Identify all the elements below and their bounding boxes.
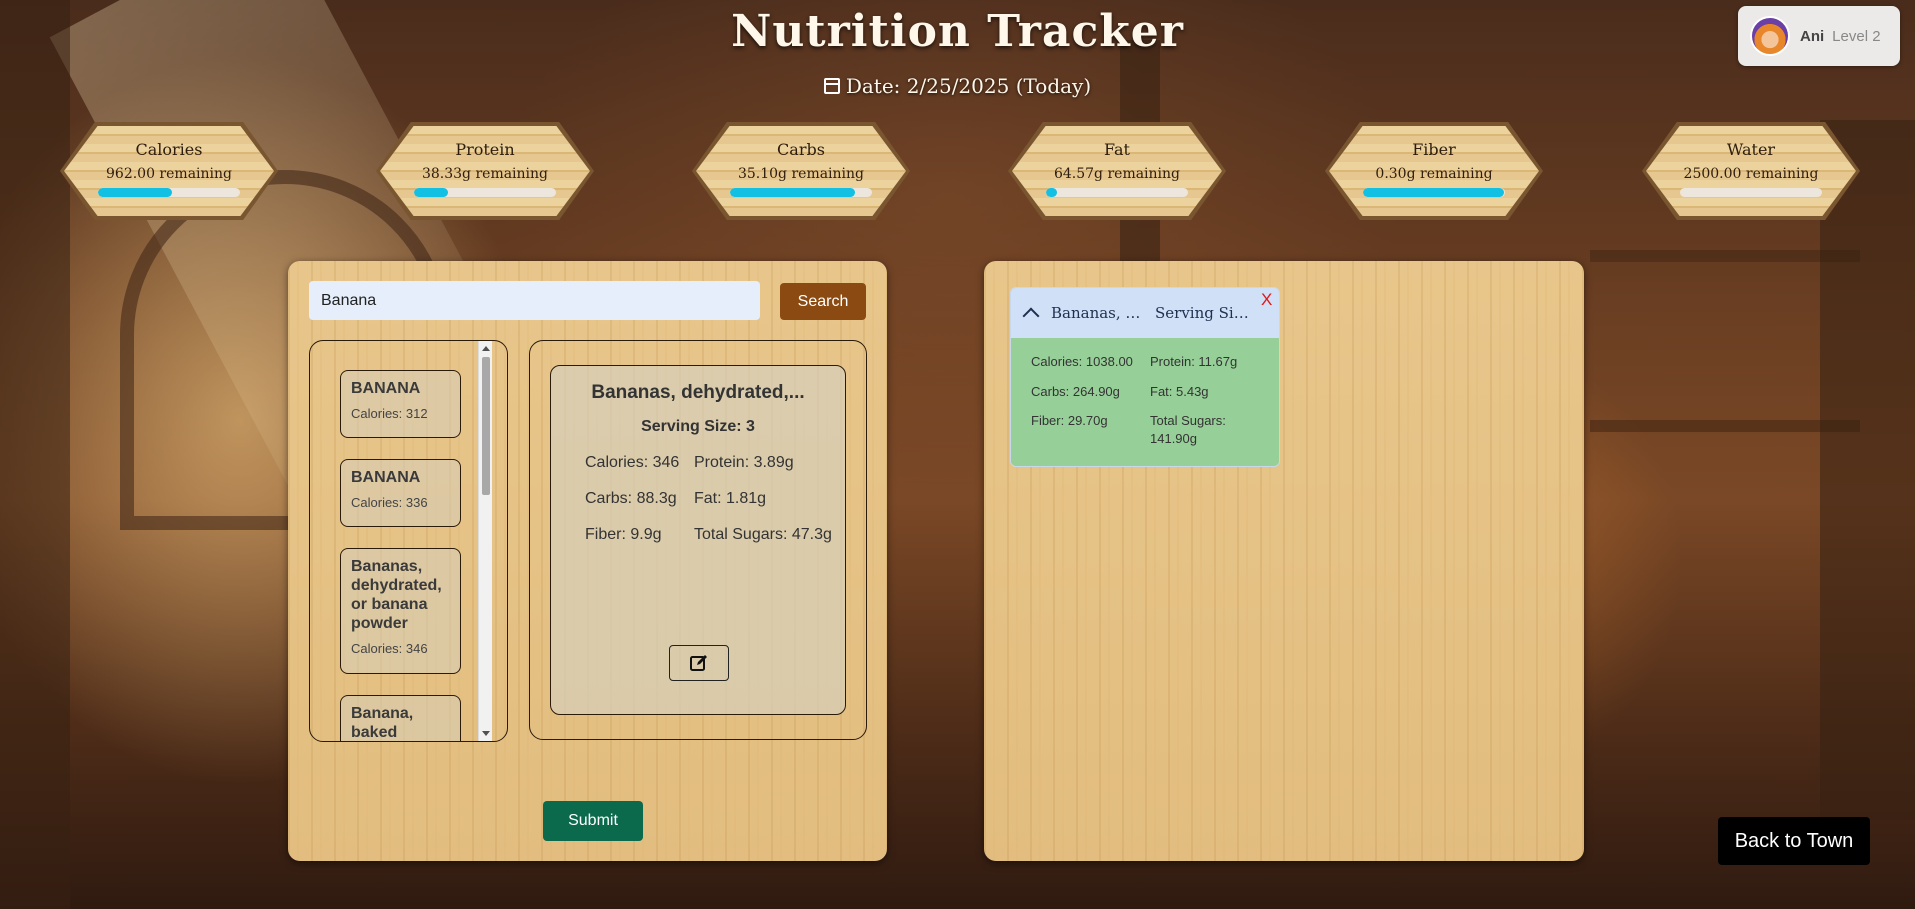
progress-bar [1680,188,1822,197]
progress-fill [414,188,449,197]
user-name: Ani [1800,27,1825,45]
close-button[interactable]: X [1261,290,1272,310]
scroll-down-icon[interactable] [482,731,490,736]
food-search-panel: Search BANANA Calories: 312 BANANA Calor… [288,261,887,861]
avatar [1750,16,1790,56]
detail-calories: Calories: 346 [585,454,680,471]
nutrient-name: Carbs [777,140,825,159]
list-item[interactable]: Bananas, dehydrated, or banana powder Ca… [340,548,461,674]
progress-fill [98,188,172,197]
nutrient-fat: Fat 64.57g remaining [1008,122,1226,220]
edit-button[interactable] [669,645,729,681]
nutrient-remaining: 38.33g remaining [421,166,549,182]
result-name: Banana, baked [351,705,414,741]
list-item[interactable]: BANANA Calories: 312 [340,370,461,438]
nutrient-remaining: 2500.00 remaining [1683,166,1819,182]
detail-total-sugars: Total Sugars: 47.3g [694,526,832,543]
search-results-list[interactable]: BANANA Calories: 312 BANANA Calories: 33… [309,340,508,742]
progress-bar [414,188,556,197]
food-detail-container: Bananas, dehydrated,... Serving Size: 3 … [529,340,867,740]
log-entry-serving: Serving Size: 3 [1155,304,1251,322]
calendar-icon [823,78,840,94]
date-label: Date: [845,74,901,98]
progress-fill [1046,188,1058,197]
chevron-up-icon[interactable] [1022,307,1040,325]
result-name: Bananas, dehydrated, or banana powder [351,558,442,632]
detail-fiber: Fiber: 9.9g [585,526,662,543]
progress-fill [1363,188,1504,197]
page-title: Nutrition Tracker [731,6,1184,57]
user-profile-chip[interactable]: Ani Level 2 [1738,6,1900,66]
log-calories: Calories: 1038.00 [1031,354,1133,369]
nutrient-calories: Calories 962.00 remaining [60,122,278,220]
nutrient-remaining: 64.57g remaining [1053,166,1181,182]
search-button[interactable]: Search [780,283,866,320]
log-fat: Fat: 5.43g [1150,384,1209,399]
nutrient-name: Protein [455,140,515,159]
scroll-up-icon[interactable] [482,346,490,351]
result-calories: Calories: 312 [351,406,428,421]
log-entry[interactable]: Bananas, dehydrated, or banana powder Se… [1010,287,1280,467]
nutrient-name: Fiber [1412,140,1456,159]
nutrient-remaining: 35.10g remaining [737,166,865,182]
detail-carbs: Carbs: 88.3g [585,490,677,507]
nutrient-water: Water 2500.00 remaining [1642,122,1860,220]
result-name: BANANA [351,469,421,486]
date-display: Date: 2/25/2025 (Today) [0,74,1915,98]
edit-icon [690,655,707,671]
result-name: BANANA [351,380,421,397]
nutrient-name: Water [1726,140,1776,159]
nutrient-name: Calories [135,140,203,159]
progress-bar [730,188,872,197]
log-protein: Protein: 11.67g [1150,354,1238,369]
date-value: 2/25/2025 (Today) [906,74,1092,98]
food-log-panel: Bananas, dehydrated, or banana powder Se… [984,261,1584,861]
nutrient-remaining: 962.00 remaining [106,166,232,182]
log-entry-header[interactable]: Bananas, dehydrated, or banana powder Se… [1011,288,1279,338]
search-input[interactable] [309,281,760,320]
progress-fill [730,188,855,197]
scrollbar-thumb[interactable] [482,357,490,495]
detail-serving-size: Serving Size: 3 [641,418,755,435]
progress-bar [98,188,240,197]
log-fiber: Fiber: 29.70g [1031,413,1108,428]
progress-bar [1363,188,1505,197]
nutrient-carbs: Carbs 35.10g remaining [692,122,910,220]
log-entry-body: Calories: 1038.00 Protein: 11.67g Carbs:… [1011,338,1279,466]
submit-button[interactable]: Submit [543,801,643,841]
nutrient-remaining: 0.30g remaining [1375,166,1493,182]
list-item[interactable]: BANANA Calories: 336 [340,459,461,527]
food-detail-card: Bananas, dehydrated,... Serving Size: 3 … [550,365,846,715]
results-scrollbar[interactable] [478,341,492,741]
log-entry-name: Bananas, dehydrated, or banana powder [1051,304,1149,322]
list-item[interactable]: Banana, baked [340,695,461,741]
nutrient-name: Fat [1104,140,1130,159]
nutrient-fiber: Fiber 0.30g remaining [1325,122,1543,220]
detail-protein: Protein: 3.89g [694,454,794,471]
back-to-town-button[interactable]: Back to Town [1718,817,1870,865]
log-carbs: Carbs: 264.90g [1031,384,1120,399]
detail-title: Bananas, dehydrated,... [591,382,805,403]
log-total-sugars: Total Sugars: 141.90g [1150,413,1226,446]
nutrient-protein: Protein 38.33g remaining [376,122,594,220]
result-calories: Calories: 336 [351,495,428,510]
progress-bar [1046,188,1188,197]
result-calories: Calories: 346 [351,641,428,656]
detail-fat: Fat: 1.81g [694,490,767,507]
user-level: Level 2 [1832,27,1881,45]
